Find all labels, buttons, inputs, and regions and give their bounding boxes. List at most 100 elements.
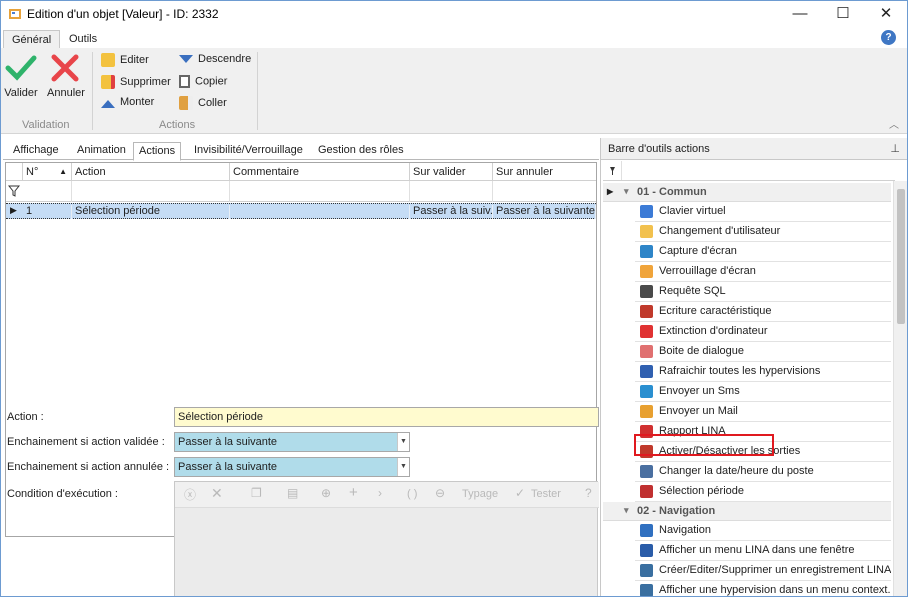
typage-button[interactable]: Typage — [462, 488, 498, 500]
pin-icon[interactable]: ⊥ — [890, 142, 900, 155]
list-item[interactable]: Boite de dialogue — [635, 342, 891, 362]
help-icon[interactable]: ? — [881, 30, 896, 45]
col-action[interactable]: Action — [72, 163, 230, 181]
check-icon[interactable]: ✓ — [515, 486, 525, 500]
cell-sur-annuler[interactable]: Passer à la suivante — [493, 205, 596, 219]
condition-area[interactable] — [175, 508, 597, 596]
hypervision-icon — [640, 584, 653, 596]
checkmark-icon — [5, 55, 37, 81]
list-item[interactable]: Requête SQL — [635, 282, 891, 302]
annuler-button[interactable]: Annuler — [47, 53, 85, 99]
record-icon — [640, 564, 653, 577]
valider-button[interactable]: Valider — [3, 53, 39, 99]
copy-icon[interactable]: ❐ — [251, 486, 262, 500]
list-item[interactable]: Verrouillage d'écran — [635, 262, 891, 282]
clear-icon[interactable]: ⓧ — [184, 486, 196, 503]
filter-cell[interactable] — [230, 181, 410, 202]
enchainement-annule-select[interactable]: Passer à la suivante ▼ — [174, 457, 410, 477]
filter-pin-icon[interactable] — [609, 166, 616, 176]
condition-toolbar: ⓧ ✕ ❐ ▤ ⊕ + › ( ) ⊖ Typage ✓ Tester ? — [175, 482, 599, 508]
collapse-toggle-icon[interactable]: ▾ — [624, 505, 629, 516]
filter-row — [6, 181, 596, 202]
list-item[interactable]: Envoyer un Sms — [635, 382, 891, 402]
list-item[interactable]: Changer la date/heure du poste — [635, 462, 891, 482]
sql-icon — [640, 285, 653, 298]
maximize-button[interactable]: ☐ — [820, 1, 866, 27]
list-item[interactable]: Afficher un menu LINA dans une fenêtre — [635, 541, 891, 561]
highlight-box — [634, 434, 774, 456]
list-item[interactable]: Sélection période — [635, 482, 891, 502]
copier-button[interactable]: Copier — [179, 75, 227, 93]
list-item-label: Afficher une hypervision dans un menu co… — [659, 584, 891, 596]
list-item[interactable]: Capture d'écran — [635, 242, 891, 262]
action-tree: ▶ ▾ 01 - Commun Clavier virtuel Changement d… — [603, 183, 891, 596]
parens-button[interactable]: ( ) — [407, 488, 417, 500]
minimize-button[interactable]: — — [777, 1, 823, 27]
folder-delete-icon — [101, 75, 115, 89]
list-item[interactable]: Afficher une hypervision dans un menu co… — [635, 581, 891, 596]
cell-comment[interactable] — [230, 205, 410, 219]
tester-button[interactable]: Tester — [531, 488, 561, 500]
list-item[interactable]: Clavier virtuel — [635, 202, 891, 222]
list-item[interactable]: Envoyer un Mail — [635, 402, 891, 422]
tab-outils[interactable]: Outils — [61, 30, 105, 48]
group-divider — [92, 52, 93, 130]
table-row[interactable]: ▶ 1 Sélection période Passer à la suiv..… — [6, 203, 596, 219]
list-item[interactable]: Navigation — [635, 521, 891, 541]
list-item[interactable]: Créer/Editer/Supprimer un enregistrement… — [635, 561, 891, 581]
close-button[interactable]: ✕ — [863, 1, 907, 27]
descendre-label: Descendre — [198, 53, 252, 65]
delete-icon[interactable]: ✕ — [211, 485, 223, 502]
collapse-toggle-icon[interactable]: ▾ — [624, 186, 629, 197]
col-sur-annuler[interactable]: Sur annuler — [493, 163, 596, 181]
col-sur-valider[interactable]: Sur valider — [410, 163, 493, 181]
tab-general[interactable]: Général — [3, 30, 61, 48]
monter-button[interactable]: Monter — [101, 96, 154, 114]
chevron-right-icon[interactable]: › — [378, 486, 382, 500]
cell-action[interactable]: Sélection période — [72, 205, 230, 219]
group-header[interactable]: ▶ ▾ 01 - Commun — [603, 183, 891, 202]
plus-icon[interactable]: + — [349, 484, 358, 501]
action-field[interactable]: Sélection période — [174, 407, 599, 427]
filter-cell[interactable] — [72, 181, 230, 202]
col-num[interactable]: N° ▲ — [23, 163, 72, 181]
cell-num[interactable]: 1 — [23, 205, 72, 219]
list-item[interactable]: Rafraichir toutes les hypervisions — [635, 362, 891, 382]
link-icon[interactable]: ⊖ — [435, 486, 445, 500]
help-icon[interactable]: ? — [585, 486, 592, 500]
scrollbar-thumb[interactable] — [897, 189, 905, 324]
col-commentaire[interactable]: Commentaire — [230, 163, 410, 181]
dialog-window: Edition d'un objet [Valeur] - ID: 2332 —… — [0, 0, 908, 597]
cell-sur-valider[interactable]: Passer à la suiv... — [410, 205, 493, 219]
tab-animation[interactable]: Animation — [72, 142, 131, 160]
filter-input[interactable] — [621, 161, 895, 180]
paste-icon[interactable]: ▤ — [287, 486, 298, 500]
descendre-button[interactable]: Descendre — [179, 53, 251, 71]
add-circle-icon[interactable]: ⊕ — [321, 486, 331, 500]
coller-button[interactable]: Coller — [179, 96, 227, 114]
chevron-down-icon[interactable]: ▼ — [397, 433, 409, 451]
tab-gestion-roles[interactable]: Gestion des rôles — [313, 142, 409, 160]
tab-affichage[interactable]: Affichage — [8, 142, 64, 160]
collapse-ribbon-icon[interactable]: ︿ — [889, 116, 899, 131]
filter-cell[interactable] — [23, 181, 72, 202]
editer-button[interactable]: Editer — [101, 53, 149, 71]
title-bar: Edition d'un objet [Valeur] - ID: 2332 —… — [1, 1, 907, 28]
tab-actions[interactable]: Actions — [133, 142, 182, 161]
grid-write-icon — [640, 305, 653, 318]
enchainement-valide-select[interactable]: Passer à la suivante ▼ — [174, 432, 410, 452]
filter-cell[interactable] — [410, 181, 493, 202]
panel-title: Barre d'outils actions — [608, 143, 710, 155]
list-item-label: Verrouillage d'écran — [659, 265, 756, 277]
menu-icon — [640, 544, 653, 557]
chevron-down-icon[interactable]: ▼ — [397, 458, 409, 476]
list-item[interactable]: Extinction d'ordinateur — [635, 322, 891, 342]
arrow-down-icon — [179, 55, 193, 64]
group-header[interactable]: ▾ 02 - Navigation — [603, 502, 891, 521]
filter-icon[interactable] — [8, 185, 20, 197]
scrollbar[interactable] — [893, 181, 907, 596]
list-item[interactable]: Ecriture caractéristique — [635, 302, 891, 322]
supprimer-button[interactable]: Supprimer — [101, 75, 171, 93]
list-item[interactable]: Changement d'utilisateur — [635, 222, 891, 242]
tab-invisibilite[interactable]: Invisibilité/Verrouillage — [189, 142, 308, 160]
